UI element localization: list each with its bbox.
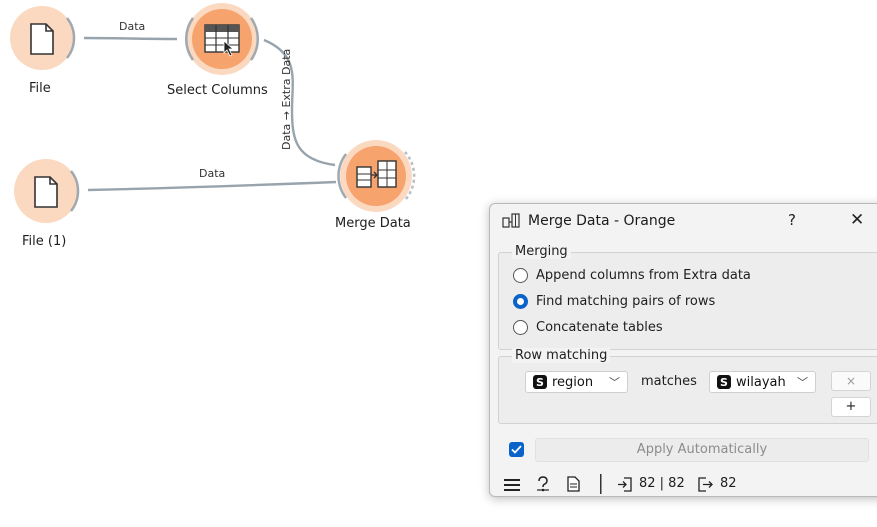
- remove-condition-button[interactable]: ×: [831, 371, 871, 391]
- node-select-columns[interactable]: [185, 3, 259, 75]
- chevron-down-icon: ﹀: [797, 376, 808, 389]
- string-type-icon: S: [533, 375, 547, 389]
- matches-label: matches: [641, 374, 697, 389]
- radio-label: Append columns from Extra data: [536, 267, 751, 283]
- link-file-select-columns[interactable]: [83, 36, 178, 41]
- link-select-columns-merge[interactable]: [263, 38, 336, 167]
- chevron-down-icon: ﹀: [609, 376, 620, 389]
- link-label-data-2[interactable]: Data: [199, 167, 225, 180]
- apply-automatically-checkbox[interactable]: [509, 442, 524, 457]
- merge-data-dialog: Merge Data - Orange ? ✕ Merging Append c…: [489, 203, 877, 497]
- radio-append-columns[interactable]: Append columns from Extra data: [513, 265, 751, 285]
- left-variable-select[interactable]: S region ﹀: [525, 371, 628, 393]
- radio-button[interactable]: [513, 319, 528, 335]
- radio-button[interactable]: [513, 267, 528, 283]
- right-variable-select[interactable]: S wilayah ﹀: [709, 371, 816, 393]
- close-icon[interactable]: ✕: [850, 210, 864, 230]
- node-label-file[interactable]: File: [29, 81, 51, 96]
- link-label-data-extra[interactable]: Data → Extra Data: [280, 49, 293, 150]
- status-divider: [600, 474, 602, 494]
- dialog-title: Merge Data - Orange: [528, 213, 676, 229]
- help-question-icon[interactable]: [536, 476, 550, 493]
- report-icon[interactable]: [567, 476, 580, 492]
- input-icon: [618, 477, 632, 492]
- input-count: 82 | 82: [639, 476, 685, 491]
- merging-group-title: Merging: [512, 244, 571, 259]
- link-file1-merge[interactable]: [87, 180, 337, 192]
- select-columns-icon: [204, 24, 240, 57]
- help-button[interactable]: ?: [788, 211, 796, 229]
- row-matching-group-title: Row matching: [512, 348, 611, 363]
- row-matching-group: Row matching S region ﹀ matches S wilaya…: [498, 348, 877, 424]
- left-variable-value: region: [552, 374, 594, 390]
- node-merge-data[interactable]: [337, 140, 416, 212]
- merge-data-window-icon: [502, 213, 520, 228]
- status-bar: 82 | 82 82: [490, 472, 877, 496]
- radio-button-checked[interactable]: [513, 293, 528, 309]
- output-icon: [698, 477, 713, 492]
- radio-find-matching[interactable]: Find matching pairs of rows: [513, 291, 715, 311]
- apply-button[interactable]: Apply Automatically: [535, 438, 869, 462]
- add-condition-button[interactable]: +: [831, 397, 871, 417]
- dialog-titlebar[interactable]: Merge Data - Orange ? ✕: [490, 204, 877, 238]
- radio-concatenate[interactable]: Concatenate tables: [513, 317, 663, 337]
- node-file[interactable]: [10, 6, 76, 70]
- file-icon: [34, 176, 58, 208]
- node-label-merge-data[interactable]: Merge Data: [335, 216, 411, 231]
- output-count: 82: [720, 476, 737, 491]
- radio-label: Find matching pairs of rows: [536, 293, 716, 309]
- node-file-1[interactable]: [14, 159, 80, 223]
- checkmark-icon: [511, 445, 522, 454]
- merging-group: Merging Append columns from Extra data F…: [498, 244, 877, 350]
- node-label-select-columns[interactable]: Select Columns: [167, 83, 268, 98]
- radio-label: Concatenate tables: [536, 319, 663, 335]
- file-icon: [30, 23, 54, 55]
- string-type-icon: S: [717, 375, 731, 389]
- right-variable-value: wilayah: [736, 374, 786, 390]
- node-label-file-1[interactable]: File (1): [22, 234, 66, 249]
- menu-icon[interactable]: [504, 478, 520, 491]
- link-label-data[interactable]: Data: [119, 20, 145, 33]
